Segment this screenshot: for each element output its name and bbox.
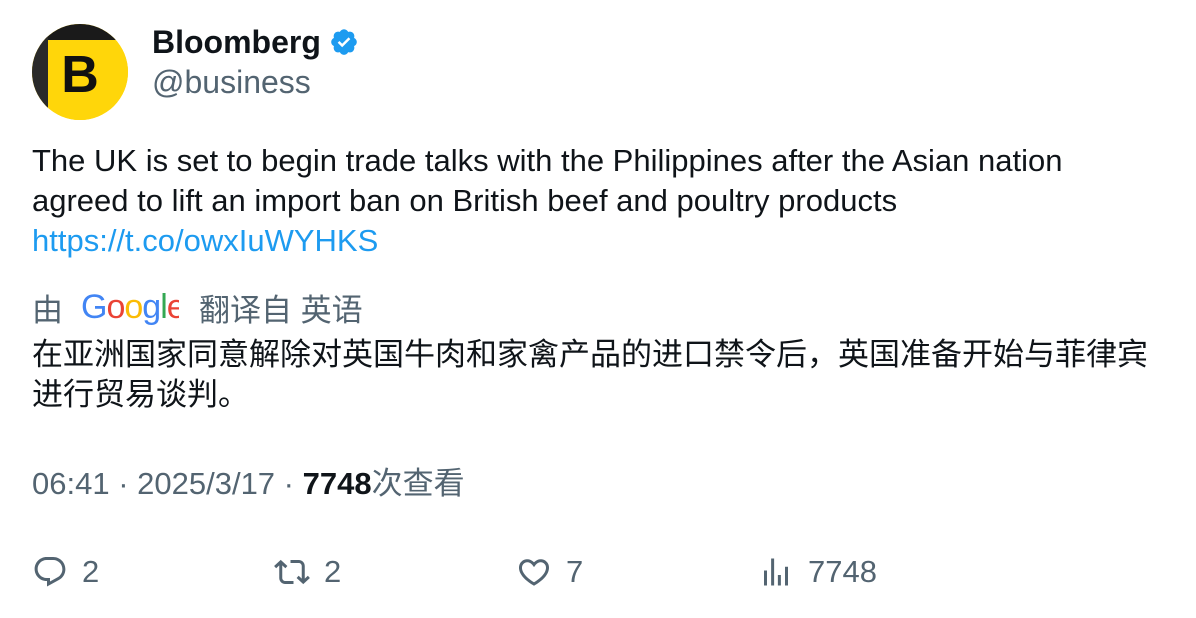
meta-separator: · [109,466,138,501]
retweet-icon [274,559,310,585]
views-button[interactable]: 7748 [758,552,877,592]
tweet-time[interactable]: 06:41 [32,466,110,501]
views-count: 7748 [302,466,372,501]
tweet-text: The UK is set to begin trade talks with … [32,141,1162,261]
author-name-text: Bloomberg [152,24,321,60]
bloomberg-logo-icon: B [32,24,128,120]
translation-suffix: 翻译自 英语 [199,292,363,328]
retweet-button[interactable]: 2 [274,552,341,592]
analytics-icon [764,558,788,586]
author-name[interactable]: Bloomberg [152,22,359,62]
verified-badge-icon [331,29,357,55]
like-count: 7 [566,554,584,589]
avatar[interactable]: B [32,24,128,120]
google-logo-icon[interactable]: Google [81,289,179,325]
tweet-date[interactable]: 2025/3/17 [137,466,275,501]
reply-icon [34,557,66,587]
translation-prefix: 由 [32,292,63,328]
tweet-body: The UK is set to begin trade talks with … [32,143,1063,218]
like-button[interactable]: 7 [516,552,583,592]
tweet-meta: 06:41 · 2025/3/17 · 7748次查看 [32,464,465,504]
reply-count: 2 [82,554,100,589]
meta-separator: · [275,466,303,501]
tweet-link[interactable]: https://t.co/owxIuWYHKS [32,221,1162,261]
translated-text: 在亚洲国家同意解除对英国牛肉和家禽产品的进口禁令后，英国准备开始与菲律宾进行贸易… [32,337,1148,412]
author-handle[interactable]: @business [152,62,311,102]
reply-button[interactable]: 2 [32,552,99,592]
svg-text:Google: Google [81,289,179,325]
heart-icon [518,559,550,586]
translation-header: 由 Google 翻译自 英语 [32,287,363,328]
avatar-letter: B [61,46,99,104]
views-action-count: 7748 [808,554,877,589]
views-label: 次查看 [371,466,465,501]
tweet: B Bloomberg @business The UK is set to b… [0,0,1196,618]
retweet-count: 2 [324,554,342,589]
